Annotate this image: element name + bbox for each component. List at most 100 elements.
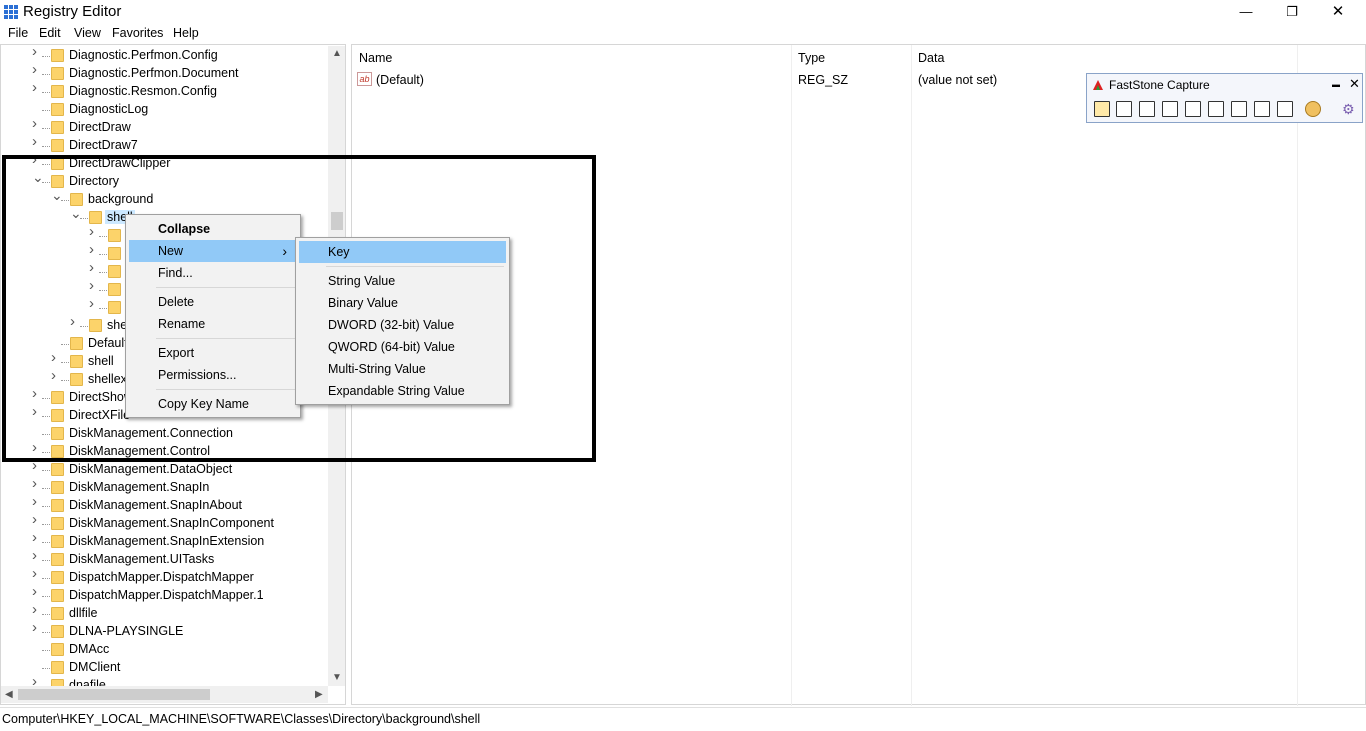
menu-item-key[interactable]: Key: [299, 241, 506, 263]
menu-item-qword-64-bit-value[interactable]: QWORD (64-bit) Value: [299, 336, 506, 358]
scroll-left-icon[interactable]: ◀: [5, 689, 13, 700]
scroll-right-icon[interactable]: ▶: [315, 689, 323, 700]
expand-chevron-icon[interactable]: ›: [32, 530, 42, 545]
expand-chevron-icon[interactable]: ›: [32, 458, 42, 473]
column-header-data[interactable]: Data: [918, 51, 944, 65]
scrolling-capture-icon[interactable]: [1231, 101, 1247, 117]
tree-node[interactable]: › DiskManagement.DataObject: [1, 458, 341, 479]
expand-chevron-icon[interactable]: ›: [32, 548, 42, 563]
object-capture-icon[interactable]: [1139, 101, 1155, 117]
screen-record-icon[interactable]: [1277, 101, 1293, 117]
menu-item-copy-key-name[interactable]: Copy Key Name: [129, 393, 297, 415]
tree-connector: [42, 74, 50, 75]
expand-chevron-icon[interactable]: ›: [32, 80, 42, 95]
tree-node[interactable]: › DirectDraw7: [1, 134, 341, 155]
tree-node[interactable]: › DiskManagement.SnapInExtension: [1, 530, 341, 551]
menu-item-find[interactable]: Find...: [129, 262, 297, 284]
tree-node[interactable]: DMClient: [1, 659, 341, 677]
scroll-up-icon[interactable]: ▲: [332, 48, 342, 59]
menu-item-expandable-string-value[interactable]: Expandable String Value: [299, 380, 506, 402]
tree-node-label[interactable]: dllfile: [69, 606, 98, 620]
tree-node[interactable]: › Diagnostic.Perfmon.Document: [1, 62, 341, 83]
expand-chevron-icon[interactable]: ›: [32, 512, 42, 527]
menu-help[interactable]: Help: [173, 26, 199, 40]
column-divider[interactable]: [911, 45, 912, 706]
tree-node-label[interactable]: DiskManagement.SnapIn: [69, 480, 209, 494]
menu-item-rename[interactable]: Rename: [129, 313, 297, 335]
tree-node-label[interactable]: DispatchMapper.DispatchMapper: [69, 570, 254, 584]
menu-item-dword-32-bit-value[interactable]: DWORD (32-bit) Value: [299, 314, 506, 336]
expand-chevron-icon[interactable]: ›: [32, 62, 42, 77]
window-capture-icon[interactable]: [1116, 101, 1132, 117]
tree-node-label[interactable]: DispatchMapper.DispatchMapper.1: [69, 588, 264, 602]
tree-node-label[interactable]: DiagnosticLog: [69, 102, 148, 116]
tree-node[interactable]: › DiskManagement.SnapInComponent: [1, 512, 341, 533]
expand-chevron-icon[interactable]: ›: [32, 45, 42, 59]
menu-item-multi-string-value[interactable]: Multi-String Value: [299, 358, 506, 380]
value-name[interactable]: (Default): [376, 73, 424, 87]
tree-node[interactable]: DMAcc: [1, 641, 341, 659]
expand-chevron-icon[interactable]: ›: [32, 494, 42, 509]
tree-node-label[interactable]: Diagnostic.Perfmon.Document: [69, 66, 239, 80]
tree-node[interactable]: › DiskManagement.SnapInAbout: [1, 494, 341, 515]
tree-node-label[interactable]: DLNA-PLAYSINGLE: [69, 624, 183, 638]
tree-node[interactable]: › DLNA-PLAYSINGLE: [1, 620, 341, 641]
scroll-down-icon[interactable]: ▼: [332, 672, 342, 683]
menu-item-binary-value[interactable]: Binary Value: [299, 292, 506, 314]
menu-item-string-value[interactable]: String Value: [299, 270, 506, 292]
expand-chevron-icon[interactable]: ›: [32, 620, 42, 635]
tree-node-label[interactable]: DiskManagement.SnapInAbout: [69, 498, 242, 512]
column-header-type[interactable]: Type: [798, 51, 825, 65]
tree-node[interactable]: › Diagnostic.Resmon.Config: [1, 80, 341, 101]
menu-view[interactable]: View: [74, 26, 101, 40]
expand-chevron-icon[interactable]: ›: [32, 476, 42, 491]
horizontal-scroll-thumb[interactable]: [18, 689, 210, 700]
tree-node[interactable]: › dllfile: [1, 602, 341, 623]
tree-node-label[interactable]: DirectDraw7: [69, 138, 138, 152]
tree-node[interactable]: › DiskManagement.SnapIn: [1, 476, 341, 497]
menu-item-delete[interactable]: Delete: [129, 291, 297, 313]
tree-node[interactable]: › DispatchMapper.DispatchMapper.1: [1, 584, 341, 605]
menu-file[interactable]: File: [8, 26, 28, 40]
tree-node-label[interactable]: DirectDraw: [69, 120, 131, 134]
freehand-capture-icon[interactable]: [1185, 101, 1201, 117]
expand-chevron-icon[interactable]: ›: [32, 116, 42, 131]
tree-node-label[interactable]: DiskManagement.UITasks: [69, 552, 214, 566]
rectangle-capture-icon[interactable]: [1162, 101, 1178, 117]
menu-item-export[interactable]: Export: [129, 342, 297, 364]
column-divider[interactable]: [791, 45, 792, 706]
close-button[interactable]: ✕: [1315, 0, 1361, 24]
column-divider[interactable]: [1297, 45, 1298, 706]
expand-chevron-icon[interactable]: ›: [32, 134, 42, 149]
menu-edit[interactable]: Edit: [39, 26, 61, 40]
tree-node[interactable]: DiagnosticLog: [1, 101, 341, 119]
tree-node[interactable]: › DirectDraw: [1, 116, 341, 137]
maximize-button[interactable]: ❐: [1269, 0, 1315, 24]
minimize-button[interactable]: —: [1223, 0, 1269, 24]
output-palette-icon[interactable]: [1305, 101, 1321, 117]
tree-node[interactable]: › Diagnostic.Perfmon.Config: [1, 45, 341, 65]
tree-node-label[interactable]: DiskManagement.DataObject: [69, 462, 232, 476]
menu-favorites[interactable]: Favorites: [112, 26, 163, 40]
tree-node-label[interactable]: DiskManagement.SnapInExtension: [69, 534, 264, 548]
tree-node[interactable]: › DiskManagement.UITasks: [1, 548, 341, 569]
tree-node-label[interactable]: Diagnostic.Resmon.Config: [69, 84, 217, 98]
column-header-name[interactable]: Name: [359, 51, 392, 65]
tree-node-label[interactable]: DMAcc: [69, 642, 109, 656]
tree-node[interactable]: › DispatchMapper.DispatchMapper: [1, 566, 341, 587]
expand-chevron-icon[interactable]: ›: [32, 566, 42, 581]
menu-item-collapse[interactable]: Collapse: [129, 218, 297, 240]
tree-node-label[interactable]: Diagnostic.Perfmon.Config: [69, 48, 218, 62]
tree-node-label[interactable]: DMClient: [69, 660, 120, 674]
expand-chevron-icon[interactable]: ›: [32, 602, 42, 617]
open-icon[interactable]: [1094, 101, 1110, 117]
menu-item-new[interactable]: New ›: [129, 240, 297, 262]
settings-icon[interactable]: ⚙: [1342, 101, 1358, 117]
faststone-close-button[interactable]: ✕: [1349, 76, 1360, 92]
faststone-minimize-button[interactable]: ▬: [1332, 80, 1340, 89]
tree-node-label[interactable]: DiskManagement.SnapInComponent: [69, 516, 274, 530]
menu-item-permissions[interactable]: Permissions...: [129, 364, 297, 386]
fixed-region-icon[interactable]: [1254, 101, 1270, 117]
fullscreen-capture-icon[interactable]: [1208, 101, 1224, 117]
expand-chevron-icon[interactable]: ›: [32, 584, 42, 599]
